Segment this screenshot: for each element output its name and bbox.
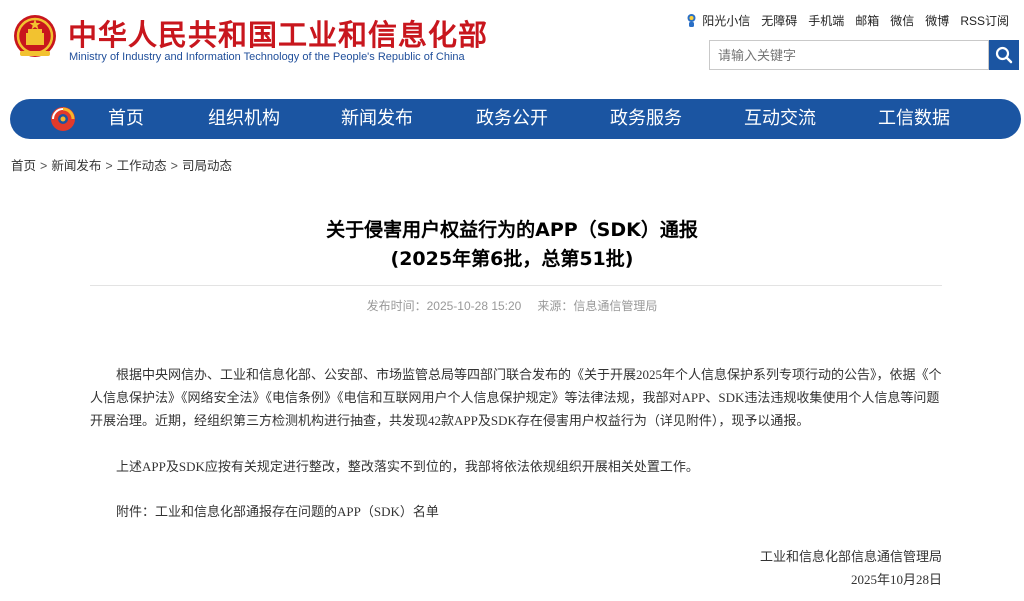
top-link-mail[interactable]: 邮箱 xyxy=(855,12,879,29)
breadcrumb-work-news[interactable]: 工作动态 xyxy=(117,159,167,173)
top-link-wechat[interactable]: 微信 xyxy=(890,12,914,29)
top-links: 阳光小信 无障碍 手机端 邮箱 微信 微博 RSS订阅 xyxy=(674,12,1009,29)
article-subtitle: (2025年第6批，总第51批) xyxy=(390,248,634,270)
signature-org: 工业和信息化部信息通信管理局 xyxy=(759,549,942,564)
top-link-sunshine[interactable]: 阳光小信 xyxy=(685,12,750,29)
breadcrumb-separator: > xyxy=(170,159,178,173)
article-paragraph: 上述APP及SDK应按有关规定进行整改，整改落实不到位的，我部将依法依规组织开展… xyxy=(116,459,699,474)
attachment-line: 附件：工业和信息化部通报存在问题的APP（SDK）名单 xyxy=(90,500,942,523)
publish-time: 2025-10-28 15:20 xyxy=(426,299,522,313)
national-emblem-icon xyxy=(14,15,56,57)
nav-item-interaction[interactable]: 互动交流 xyxy=(744,99,816,139)
top-link-rss[interactable]: RSS订阅 xyxy=(960,12,1009,29)
attachment-label: 附件： xyxy=(116,504,156,519)
top-link-label: 阳光小信 xyxy=(702,14,751,28)
site-title[interactable]: 中华人民共和国工业和信息化部 xyxy=(68,12,488,54)
source-label: 来源： xyxy=(537,299,574,313)
nav-item-public-affairs[interactable]: 政务公开 xyxy=(476,99,548,139)
article-meta: 发布时间：2025-10-28 15:20 来源：信息通信管理局 xyxy=(0,297,1024,314)
search-input[interactable] xyxy=(710,41,988,69)
breadcrumb-separator: > xyxy=(40,159,48,173)
breadcrumb-separator: > xyxy=(105,159,113,173)
nav-item-home[interactable]: 首页 xyxy=(108,99,144,139)
search-button[interactable] xyxy=(989,40,1019,70)
search-box xyxy=(709,40,989,70)
signature-date: 2025年10月28日 xyxy=(850,572,942,587)
nav-item-news[interactable]: 新闻发布 xyxy=(341,99,413,139)
top-link-mobile[interactable]: 手机端 xyxy=(808,12,844,29)
article-paragraph: 根据中央网信办、工业和信息化部、公安部、市场监管总局等四部门联合发布的《关于开展… xyxy=(90,367,942,428)
top-link-weibo[interactable]: 微博 xyxy=(925,12,949,29)
nav-item-organization[interactable]: 组织机构 xyxy=(208,99,280,139)
nav-item-services[interactable]: 政务服务 xyxy=(610,99,682,139)
nav-logo-icon[interactable] xyxy=(49,105,77,133)
site-subtitle: Ministry of Industry and Information Tec… xyxy=(69,51,465,63)
source-value: 信息通信管理局 xyxy=(573,299,658,313)
article-title: 关于侵害用户权益行为的APP（SDK）通报 xyxy=(326,219,698,241)
attachment-link[interactable]: 工业和信息化部通报存在问题的APP（SDK）名单 xyxy=(155,504,439,519)
nav-item-data[interactable]: 工信数据 xyxy=(878,99,950,139)
sunshine-icon xyxy=(687,14,696,27)
breadcrumb-home[interactable]: 首页 xyxy=(11,159,36,173)
publish-label: 发布时间： xyxy=(366,299,427,313)
breadcrumb-bureau-news[interactable]: 司局动态 xyxy=(182,159,232,173)
search-icon xyxy=(995,46,1013,64)
main-nav: 首页 组织机构 新闻发布 政务公开 政务服务 互动交流 工信数据 xyxy=(10,99,1021,139)
breadcrumb: 首页 > 新闻发布 > 工作动态 > 司局动态 xyxy=(11,155,232,174)
top-link-accessibility[interactable]: 无障碍 xyxy=(761,12,797,29)
title-divider xyxy=(90,285,942,286)
breadcrumb-news[interactable]: 新闻发布 xyxy=(51,159,101,173)
